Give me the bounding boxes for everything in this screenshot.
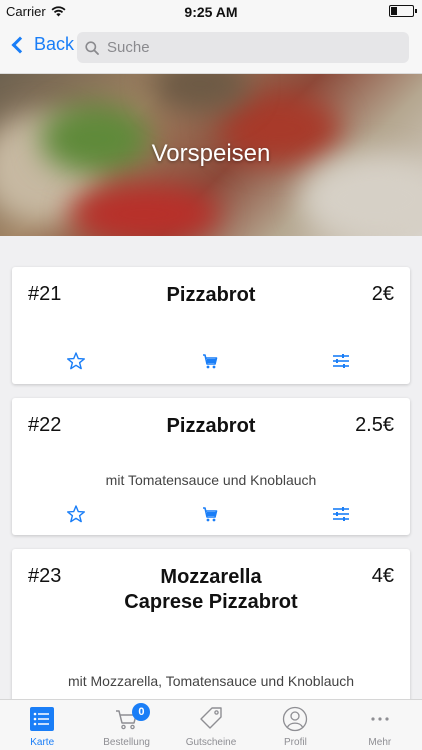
cart-icon[interactable] (200, 351, 220, 371)
sliders-icon[interactable] (331, 504, 351, 524)
tab-label: Karte (30, 737, 55, 748)
star-icon[interactable] (66, 504, 86, 524)
status-time: 9:25 AM (184, 4, 238, 20)
search-icon (85, 40, 99, 55)
menu-item-card[interactable]: #22 Pizzabrot 2.5€ mit Tomatensauce und … (12, 398, 410, 535)
status-bar: Carrier 9:25 AM (0, 0, 422, 22)
menu-list: #21 Pizzabrot 2€ #22 Pizzabrot 2.5€ mit … (0, 236, 422, 699)
item-number: #21 (28, 283, 62, 305)
menu-list-icon (30, 707, 55, 731)
menu-item-card[interactable]: #21 Pizzabrot 2€ (12, 267, 410, 384)
search-bar[interactable] (77, 32, 409, 63)
tab-label: Gutscheine (185, 737, 237, 748)
user-icon (283, 706, 308, 732)
tab-karte[interactable]: Karte (0, 700, 84, 750)
tab-mehr[interactable]: Mehr (338, 700, 422, 750)
tab-gutscheine[interactable]: Gutscheine (169, 700, 253, 750)
tab-label: Profil (284, 737, 307, 748)
item-description: mit Mozzarella, Tomatensauce und Knoblau… (67, 673, 355, 689)
item-number: #22 (28, 414, 62, 436)
item-actions (12, 504, 410, 528)
chevron-left-icon (11, 36, 29, 53)
back-label: Back (34, 34, 75, 54)
category-title: Vorspeisen (151, 140, 271, 167)
tab-label: Bestellung (103, 737, 150, 748)
item-price: 2€ (371, 283, 394, 305)
item-price: 4€ (371, 565, 394, 587)
cart-badge: 0 (132, 703, 151, 721)
tab-label: Mehr (368, 737, 392, 748)
search-input[interactable] (107, 39, 397, 56)
battery-icon (389, 5, 417, 17)
item-description: mit Tomatensauce und Knoblauch (105, 472, 317, 488)
sliders-icon[interactable] (331, 351, 351, 371)
tab-profil[interactable]: Profil (253, 700, 337, 750)
item-title: Mozzarella Caprese Pizzabrot (124, 566, 298, 613)
item-title: Pizzabrot (166, 284, 256, 306)
category-hero: Vorspeisen (0, 74, 422, 236)
tab-bar: Karte 0 Bestellung Gutscheine Profil Meh… (0, 699, 422, 750)
cart-icon[interactable] (200, 504, 220, 524)
item-price: 2.5€ (355, 414, 394, 436)
item-actions (12, 351, 410, 375)
tag-icon (200, 707, 222, 729)
item-title: Pizzabrot (166, 415, 256, 437)
menu-item-card[interactable]: #23 Mozzarella Caprese Pizzabrot 4€ mit … (12, 549, 410, 699)
star-icon[interactable] (66, 351, 86, 371)
tab-bestellung[interactable]: 0 Bestellung (84, 700, 168, 750)
nav-bar: Back (0, 22, 422, 74)
back-button[interactable]: Back (8, 34, 74, 55)
more-icon (371, 717, 389, 721)
item-number: #23 (28, 565, 62, 587)
